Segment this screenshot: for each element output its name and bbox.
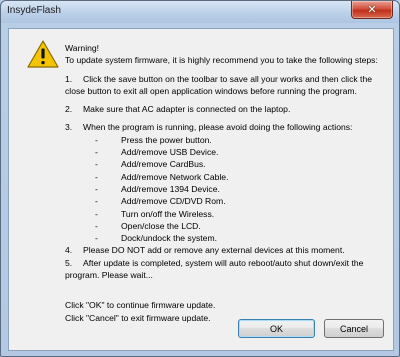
avoid-actions-list: - Press the power button. - Add/remove USB… — [65, 134, 387, 245]
warning-message: Warning! To update system firmware, it i… — [65, 42, 387, 324]
step-text: program. Please wait... — [65, 270, 153, 281]
step-1: 1. Click the save button on the toolbar t… — [65, 73, 387, 98]
window-title: InsydeFlash — [7, 5, 61, 16]
step-5: 5. After update is completed, system will… — [65, 257, 387, 282]
step-number: 3. — [65, 122, 73, 133]
cancel-button[interactable]: Cancel — [324, 319, 384, 338]
ok-hint: Click "OK" to continue firmware update. — [65, 300, 216, 311]
title-bar[interactable]: InsydeFlash ✕ — [1, 1, 399, 23]
step-number: 1. — [65, 73, 73, 84]
list-item: - Add/remove CD/DVD Rom. — [95, 196, 226, 207]
warning-heading: Warning! — [65, 43, 100, 53]
step-text: When the program is running, please avoi… — [83, 122, 353, 133]
list-item: - Add/remove CardBus. — [95, 159, 206, 170]
step-text: close button to exit all open applicatio… — [65, 85, 357, 96]
step-number: 2. — [65, 104, 73, 115]
dialog-content: Warning! To update system firmware, it i… — [8, 28, 394, 351]
warning-intro: To update system firmware, it is highly … — [65, 55, 378, 66]
step-text: Please DO NOT add or remove any external… — [83, 245, 345, 256]
list-item: - Dock/undock the system. — [95, 233, 218, 244]
list-item: - Open/close the LCD. — [95, 220, 201, 231]
ok-button[interactable]: OK — [238, 319, 315, 338]
installer-dialog-window: InsydeFlash ✕ Warning! To update system … — [0, 0, 400, 357]
step-number: 4. — [65, 245, 73, 256]
warning-icon — [27, 40, 59, 68]
step-3: 3. When the program is running, please av… — [65, 121, 387, 133]
close-button[interactable]: ✕ — [351, 1, 393, 19]
close-icon: ✕ — [367, 3, 377, 16]
step-text: After update is completed, system will a… — [83, 257, 364, 268]
step-text: Make sure that AC adapter is connected o… — [83, 104, 291, 115]
step-2: 2. Make sure that AC adapter is connected… — [65, 103, 387, 115]
step-number: 5. — [65, 257, 73, 268]
list-item: - Press the power button. — [95, 134, 212, 145]
list-item: - Add/remove USB Device. — [95, 147, 219, 158]
list-item: - Turn on/off the Wireless. — [95, 208, 215, 219]
list-item: - Add/remove 1394 Device. — [95, 183, 220, 194]
list-item: - Add/remove Network Cable. — [95, 171, 229, 182]
step-text: Click the save button on the toolbar to … — [83, 73, 373, 84]
step-4: 4. Please DO NOT add or remove any extern… — [65, 244, 387, 256]
